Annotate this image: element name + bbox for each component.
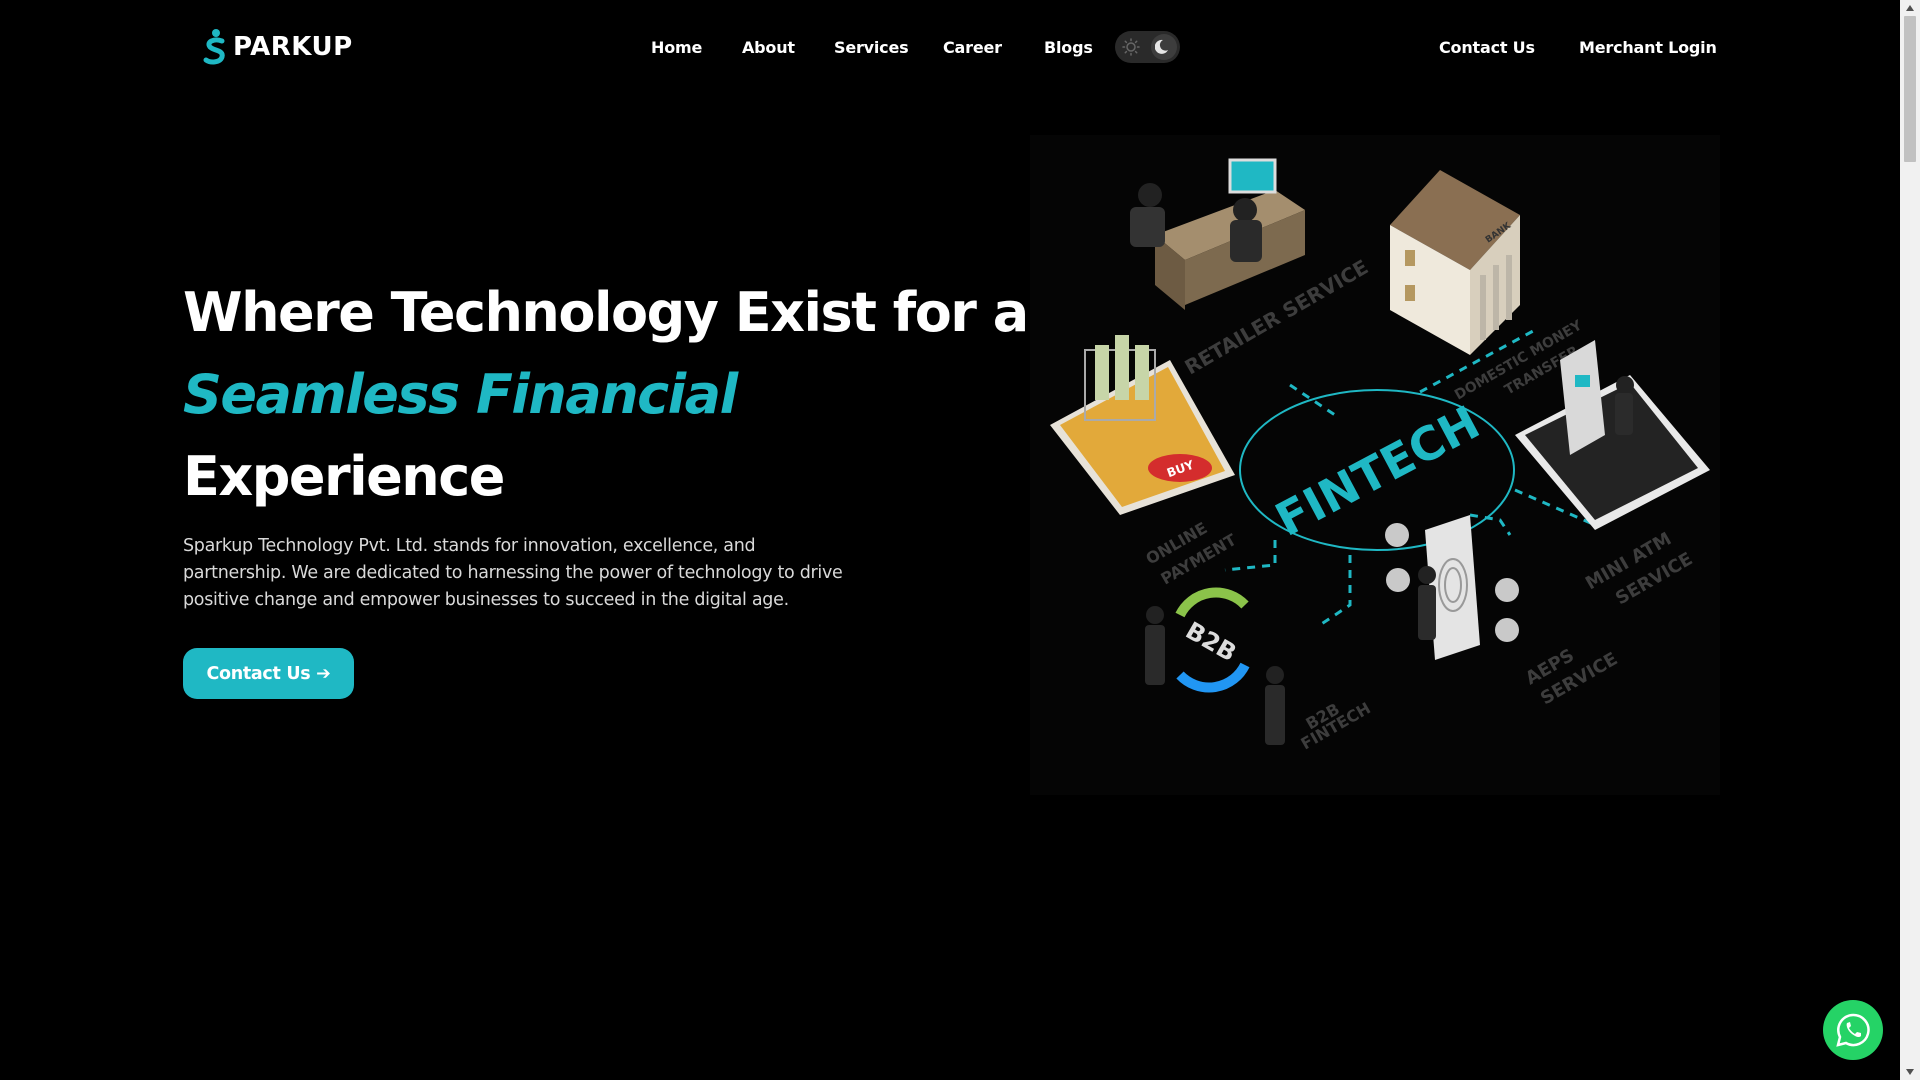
nav-services[interactable]: Services [834, 38, 909, 57]
scroll-thumb[interactable] [1904, 16, 1916, 162]
whatsapp-button[interactable] [1823, 1000, 1883, 1060]
nav-home[interactable]: Home [651, 38, 702, 57]
contact-us-link[interactable]: Contact Us [1439, 38, 1535, 57]
nav-blogs[interactable]: Blogs [1044, 38, 1093, 57]
scroll-up-arrow-icon[interactable] [1900, 0, 1920, 16]
buy-button: BUY [1148, 454, 1212, 482]
page-scrollbar[interactable] [1900, 0, 1920, 1080]
hero-title-line-1: Where Technology Exist for a [183, 281, 1029, 344]
theme-toggle[interactable] [1115, 31, 1180, 63]
logo-text: PARKUP [233, 32, 353, 62]
merchant-login-link[interactable]: Merchant Login [1579, 38, 1717, 57]
logo-mark-icon [203, 29, 225, 65]
sun-icon [1122, 38, 1140, 61]
nav-about[interactable]: About [742, 38, 795, 57]
hero-title-accent: Seamless Financial [183, 363, 738, 426]
hero-title: Where Technology Exist for a Seamless Fi… [183, 272, 1029, 518]
nav-career[interactable]: Career [943, 38, 1002, 57]
scroll-down-arrow-icon[interactable] [1900, 1064, 1920, 1080]
page: PARKUP Home About Services Career Blogs [0, 0, 1900, 1080]
whatsapp-icon [1836, 1013, 1870, 1047]
hero-description: Sparkup Technology Pvt. Ltd. stands for … [183, 536, 843, 610]
contact-us-button[interactable]: Contact Us ➔ [183, 648, 354, 699]
fintech-illustration: FINTECH RETAILER SERVICE BANK DOMESTIC M… [1030, 135, 1720, 795]
moon-icon [1155, 39, 1168, 54]
toggle-knob [1151, 34, 1177, 60]
logo[interactable]: PARKUP [200, 28, 353, 66]
hero-title-line-3: Experience [183, 445, 505, 508]
